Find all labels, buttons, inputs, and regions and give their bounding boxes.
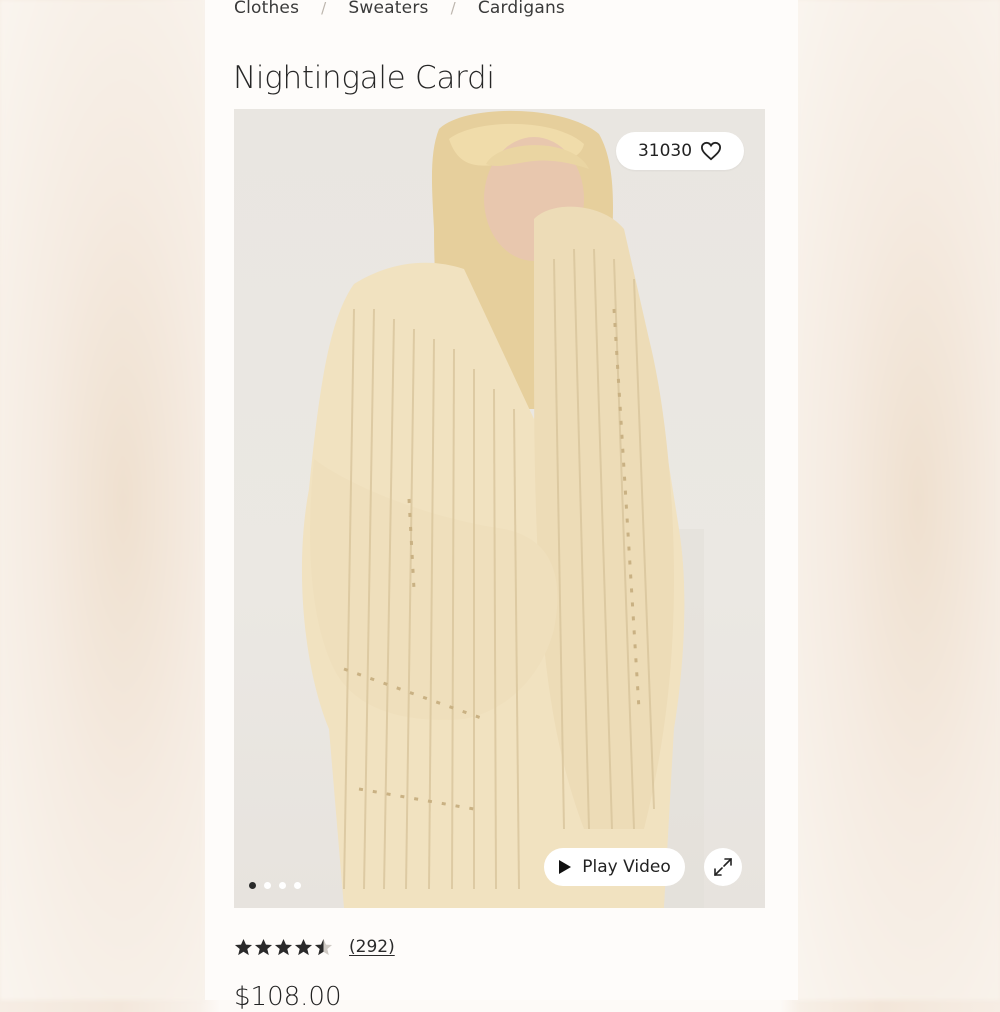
carousel-dot[interactable] <box>294 882 301 889</box>
favorite-button[interactable]: 31030 <box>616 132 744 170</box>
carousel-dot[interactable] <box>264 882 271 889</box>
expand-icon <box>714 858 732 876</box>
breadcrumb-separator: / <box>321 0 327 17</box>
breadcrumb-sweaters[interactable]: Sweaters <box>348 0 428 18</box>
product-title: Nightingale Cardi <box>233 60 495 96</box>
breadcrumb-cardigans[interactable]: Cardigans <box>478 0 565 18</box>
play-icon <box>559 860 572 874</box>
carousel-dot[interactable] <box>249 882 256 889</box>
breadcrumb: Clothes / Sweaters / Cardigans <box>234 0 565 20</box>
breadcrumb-clothes[interactable]: Clothes <box>234 0 299 18</box>
star-icon <box>234 938 253 955</box>
favorite-count: 31030 <box>637 141 693 161</box>
product-photo-illustration <box>301 110 704 908</box>
star-half-icon <box>314 938 333 955</box>
heart-icon <box>701 141 722 161</box>
play-video-button[interactable]: Play Video <box>544 848 685 886</box>
background-blur-left <box>0 0 205 1000</box>
star-icon <box>274 938 293 955</box>
expand-image-button[interactable] <box>704 848 742 886</box>
play-video-label: Play Video <box>582 857 671 877</box>
product-price: $108.00 <box>234 982 342 1012</box>
background-blur-right <box>795 0 1000 1000</box>
star-icon <box>294 938 313 955</box>
breadcrumb-separator: / <box>450 0 456 17</box>
carousel-indicators[interactable] <box>249 882 301 889</box>
rating-summary: (292) <box>234 937 395 957</box>
star-icon <box>254 938 273 955</box>
review-count-link[interactable]: (292) <box>349 937 395 957</box>
product-image[interactable] <box>234 109 765 908</box>
carousel-dot[interactable] <box>279 882 286 889</box>
star-rating <box>234 938 333 957</box>
